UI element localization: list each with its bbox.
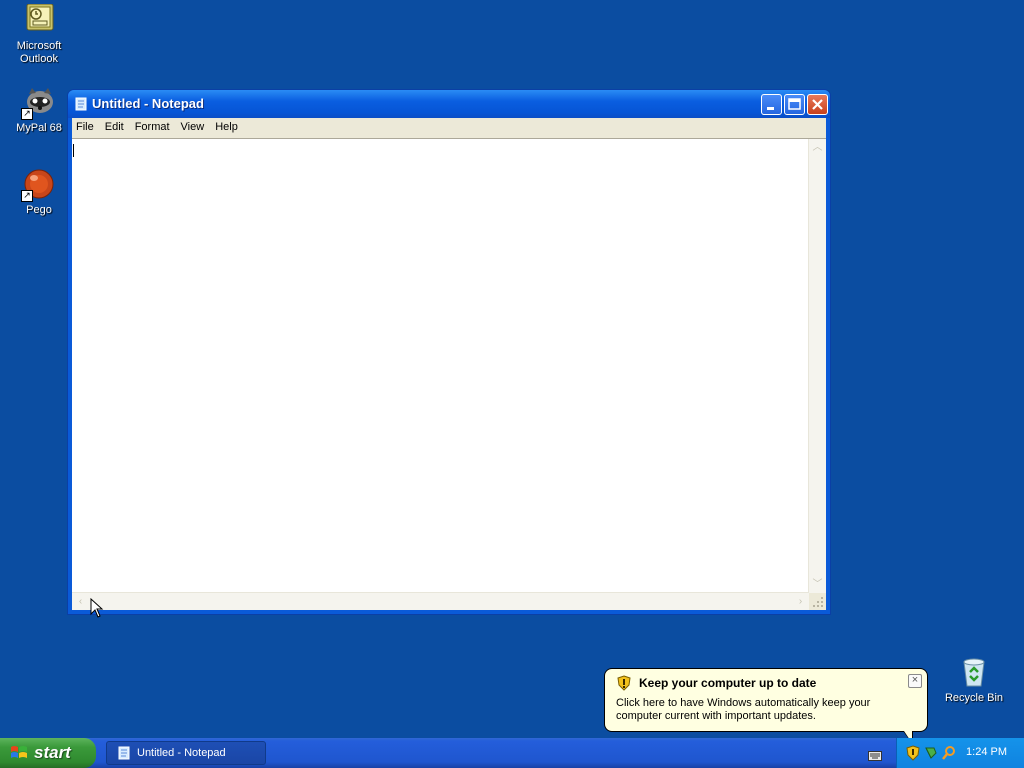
balloon-text[interactable]: Click here to have Windows automatically…: [616, 697, 916, 723]
scroll-up-icon[interactable]: ︿: [809, 139, 826, 156]
desktop-icon-label: Pego: [26, 204, 52, 216]
balloon-close-button[interactable]: ×: [908, 674, 922, 688]
menu-bar: File Edit Format View Help: [72, 118, 826, 138]
menu-format[interactable]: Format: [131, 118, 177, 138]
window-title: Untitled - Notepad: [92, 96, 204, 111]
keyboard-icon[interactable]: [868, 748, 882, 761]
text-edit-area[interactable]: ︿ ﹀ ‹ ›: [72, 138, 826, 610]
balloon-title: Keep your computer up to date: [639, 676, 817, 690]
outlook-icon: [23, 3, 55, 36]
desktop-icon-label: MyPal 68: [16, 122, 62, 134]
mouse-cursor-icon: [90, 597, 104, 619]
notepad-icon: [117, 746, 131, 760]
menu-view[interactable]: View: [177, 118, 212, 138]
search-icon[interactable]: [941, 745, 957, 761]
clock[interactable]: 1:24 PM: [966, 746, 1007, 758]
security-shield-icon[interactable]: [905, 745, 921, 761]
text-caret: [73, 144, 74, 157]
vertical-scrollbar[interactable]: ︿ ﹀: [808, 139, 826, 593]
shortcut-arrow-icon: ↗: [21, 190, 33, 202]
raccoon-icon: ↗: [21, 86, 55, 120]
close-button[interactable]: [807, 94, 828, 115]
windows-flag-icon: [10, 745, 28, 761]
window-titlebar[interactable]: Untitled - Notepad: [68, 90, 830, 118]
desktop-icon-label: Recycle Bin: [944, 692, 1004, 704]
menu-edit[interactable]: Edit: [101, 118, 131, 138]
taskbar: start Untitled - Notepad 1:24 PM: [0, 738, 1024, 768]
taskbar-item-notepad[interactable]: Untitled - Notepad: [106, 741, 266, 765]
menu-help[interactable]: Help: [211, 118, 245, 138]
desktop-icon-pego[interactable]: ↗ Pego: [1, 168, 77, 217]
desktop-icon-label: Microsoft Outlook: [16, 40, 62, 65]
red-ball-icon: ↗: [21, 168, 55, 202]
resize-grip-icon[interactable]: [809, 593, 826, 610]
desktop-icon-outlook[interactable]: Microsoft Outlook: [1, 3, 77, 66]
security-shield-icon: [616, 675, 632, 691]
start-button[interactable]: start: [0, 738, 96, 768]
maximize-button[interactable]: [784, 94, 805, 115]
start-label: start: [34, 743, 71, 762]
scroll-right-icon[interactable]: ›: [792, 593, 809, 610]
scroll-left-icon[interactable]: ‹: [72, 593, 89, 610]
desktop-icon-recycle-bin[interactable]: Recycle Bin: [936, 656, 1012, 705]
notepad-icon: [74, 97, 88, 111]
recycle-bin-icon: [958, 656, 990, 688]
window-client: File Edit Format View Help ︿ ﹀ ‹ ›: [72, 118, 826, 610]
minimize-button[interactable]: [761, 94, 782, 115]
horizontal-scrollbar[interactable]: ‹ ›: [72, 592, 809, 610]
scroll-down-icon[interactable]: ﹀: [809, 576, 826, 593]
network-icon[interactable]: [923, 745, 939, 761]
taskbar-item-label: Untitled - Notepad: [137, 747, 226, 759]
update-notification-balloon[interactable]: Keep your computer up to date × Click he…: [604, 668, 928, 745]
menu-file[interactable]: File: [72, 118, 101, 138]
notepad-window[interactable]: Untitled - Notepad File Edit Format View…: [67, 89, 831, 615]
shortcut-arrow-icon: ↗: [21, 108, 33, 120]
system-tray: 1:24 PM: [896, 738, 1024, 768]
desktop-icon-mypal[interactable]: ↗ MyPal 68: [1, 86, 77, 135]
